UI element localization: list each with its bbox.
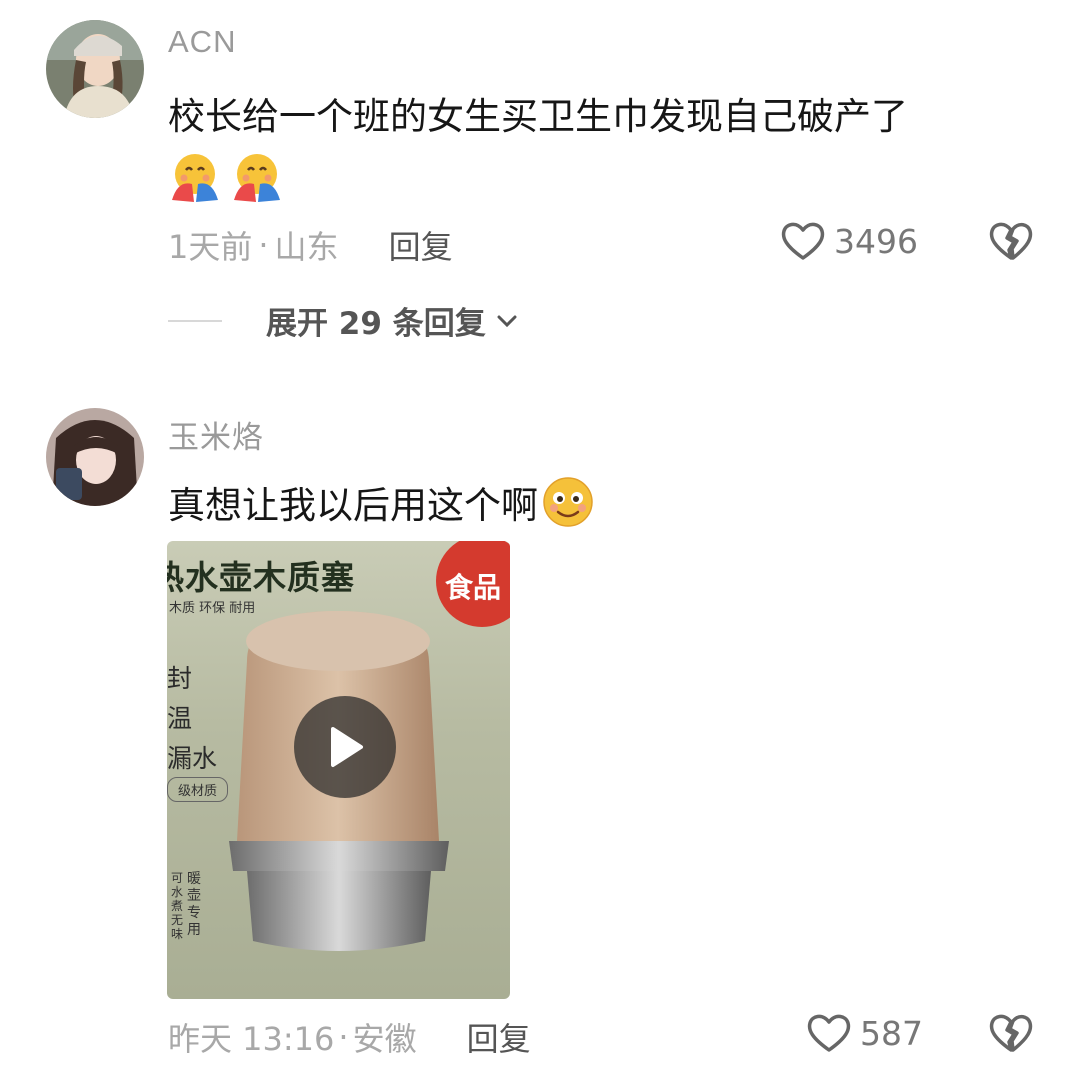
comment-meta: 昨天 13:16 · 安徽 回复 [168, 1014, 531, 1060]
emoji-row [168, 150, 284, 204]
timestamp: 昨天 13:16 [168, 1020, 335, 1058]
play-button[interactable] [294, 696, 396, 798]
feature-2: 温 [167, 704, 193, 733]
like-count: 587 [860, 1013, 923, 1053]
avatar[interactable] [46, 408, 144, 506]
expand-replies-label: 展开 29 条回复 [266, 306, 486, 342]
feature-1: 封 [167, 664, 193, 693]
separator: · [338, 1018, 349, 1056]
video-thumbnail[interactable]: 热水壶木质塞 食品 木质 环保 耐用 封 温 漏水 级材质 可水煮无味 暖壶专用 [167, 541, 510, 999]
comment-meta: 1天前 · 山东 回复 [168, 222, 453, 268]
like-button[interactable]: 3496 [780, 220, 918, 262]
like-button[interactable]: 587 [806, 1012, 923, 1054]
feature-3: 漏水 [167, 744, 218, 773]
vertical-text-right: 暖壶专用 [187, 871, 201, 938]
location: 山东 [274, 228, 339, 266]
username[interactable]: 玉米烙 [168, 412, 264, 457]
reply-button[interactable]: 回复 [467, 1014, 531, 1060]
expand-replies[interactable]: 展开 29 条回复 [168, 298, 520, 343]
comment-text-body: 真想让我以后用这个啊 [168, 484, 538, 527]
heart-icon [807, 1014, 851, 1052]
grinning-face-emoji [543, 477, 593, 527]
avatar[interactable] [46, 20, 144, 118]
location: 安徽 [352, 1020, 417, 1058]
heart-icon [781, 222, 825, 260]
comment-text: 校长给一个班的女生买卫生巾发现自己破产了 [168, 95, 908, 138]
hugging-face-emoji [172, 154, 218, 202]
like-count: 3496 [834, 221, 918, 261]
separator: · [258, 226, 269, 264]
timestamp: 1天前 [168, 228, 253, 266]
divider [168, 319, 222, 322]
comment-text: 真想让我以后用这个啊 [168, 474, 596, 530]
chevron-down-icon [497, 315, 517, 327]
username[interactable]: ACN [168, 24, 236, 60]
vertical-text-left: 可水煮无味 [171, 871, 184, 941]
reply-button[interactable]: 回复 [389, 222, 453, 268]
play-icon [331, 727, 363, 767]
broken-heart-icon [989, 222, 1033, 260]
dislike-button[interactable] [988, 220, 1034, 266]
material-tag: 级材质 [167, 777, 229, 802]
dislike-button[interactable] [988, 1012, 1034, 1058]
hugging-face-emoji [234, 154, 280, 202]
broken-heart-icon [989, 1014, 1033, 1052]
